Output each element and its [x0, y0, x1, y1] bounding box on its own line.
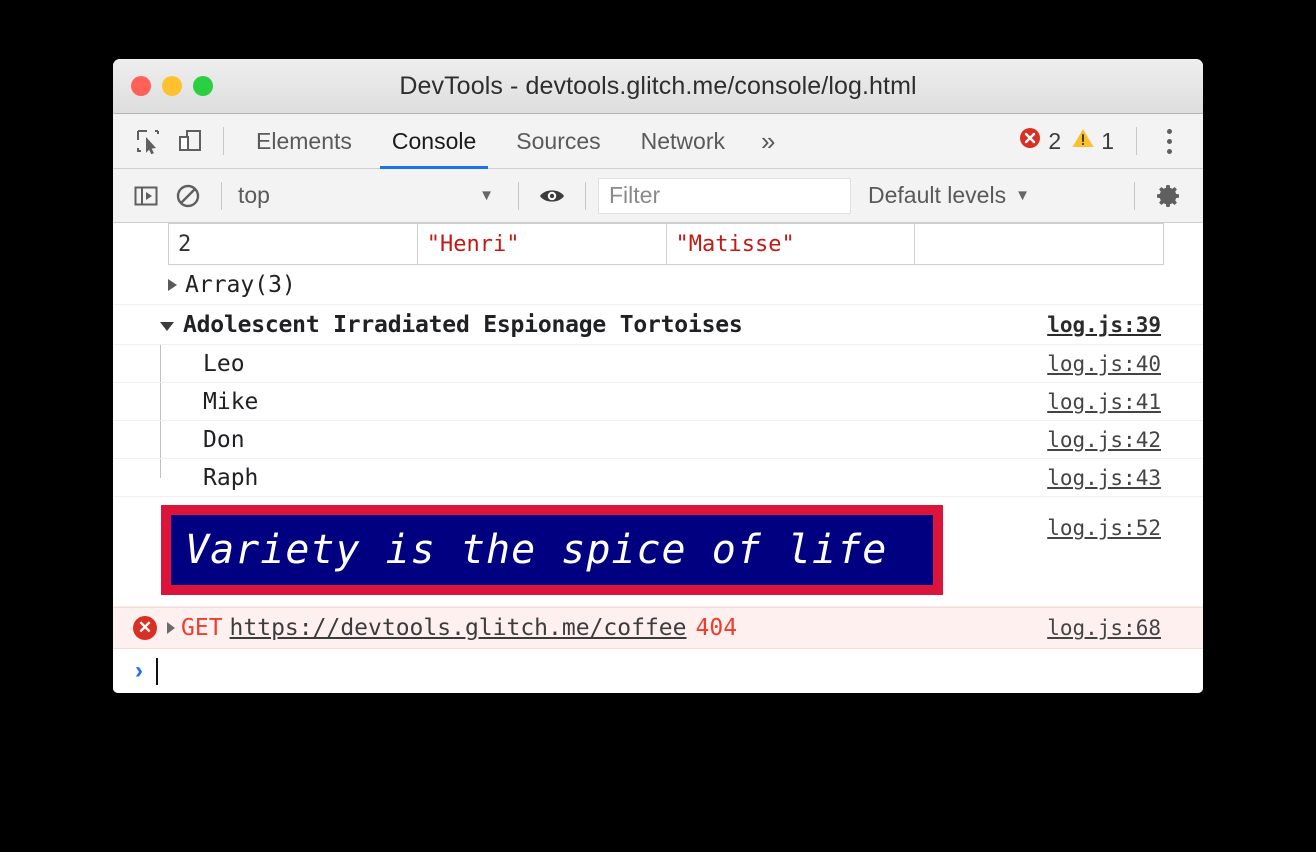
- warning-triangle-icon: [1071, 126, 1095, 156]
- log-levels-select[interactable]: Default levels ▼: [868, 182, 1030, 209]
- window-title: DevTools - devtools.glitch.me/console/lo…: [399, 72, 916, 101]
- console-prompt[interactable]: ›: [113, 649, 1203, 693]
- close-button[interactable]: [131, 76, 151, 96]
- settings-gear-icon[interactable]: [1147, 175, 1189, 217]
- filterbar-divider-1: [221, 182, 222, 210]
- tabbar-right-divider: [1136, 127, 1137, 155]
- prompt-caret-icon: ›: [135, 657, 143, 685]
- warning-count-value: 1: [1101, 128, 1114, 155]
- console-table: 2 "Henri" "Matisse": [168, 223, 1164, 265]
- console-error-message[interactable]: ✕ GET https://devtools.glitch.me/coffee …: [113, 607, 1203, 649]
- error-url-link[interactable]: https://devtools.glitch.me/coffee: [230, 615, 687, 641]
- source-link-group-header[interactable]: log.js:39: [1047, 313, 1161, 337]
- console-filter-toolbar: top ▼ Default levels ▼: [113, 169, 1203, 223]
- styled-message-box: Variety is the spice of life: [161, 505, 943, 595]
- execution-context-select[interactable]: top ▼: [234, 178, 506, 214]
- table-cell-extra: [915, 224, 1164, 265]
- tab-elements[interactable]: Elements: [236, 114, 372, 168]
- devtools-window: DevTools - devtools.glitch.me/console/lo…: [113, 59, 1203, 693]
- minimize-button[interactable]: [162, 76, 182, 96]
- filterbar-divider-2: [518, 182, 519, 210]
- more-tabs-button[interactable]: »: [745, 114, 791, 168]
- source-link-don[interactable]: log.js:42: [1047, 428, 1161, 452]
- text-cursor: [156, 658, 158, 685]
- chevron-down-icon-levels: ▼: [1015, 187, 1030, 204]
- tab-console[interactable]: Console: [372, 114, 496, 168]
- tab-console-label: Console: [392, 128, 476, 155]
- table-cell-last: "Matisse": [666, 224, 915, 265]
- tab-sources-label: Sources: [516, 128, 600, 155]
- console-table-message: 2 "Henri" "Matisse": [113, 223, 1203, 265]
- traffic-lights: [131, 76, 213, 96]
- console-group-item-raph: Raph log.js:43: [113, 459, 1203, 497]
- error-circle-icon: [1018, 126, 1042, 156]
- source-link-mike[interactable]: log.js:41: [1047, 390, 1161, 414]
- kebab-menu-icon[interactable]: [1149, 121, 1189, 161]
- clear-console-icon[interactable]: [167, 175, 209, 217]
- console-group-item-leo: Leo log.js:40: [113, 345, 1203, 383]
- toolbar-divider: [223, 127, 224, 155]
- source-link-leo[interactable]: log.js:40: [1047, 352, 1161, 376]
- source-link-error[interactable]: log.js:68: [1047, 616, 1161, 640]
- expand-triangle-icon[interactable]: [168, 279, 177, 291]
- window-titlebar: DevTools - devtools.glitch.me/console/lo…: [113, 59, 1203, 114]
- table-cell-first: "Henri": [417, 224, 666, 265]
- filterbar-divider-3: [585, 182, 586, 210]
- group-item-label: Raph: [203, 465, 258, 491]
- tabbar-right-controls: 2 1: [1018, 114, 1189, 168]
- filterbar-divider-4: [1134, 182, 1135, 210]
- source-link-styled[interactable]: log.js:52: [1047, 516, 1161, 540]
- error-count-badge[interactable]: 2: [1018, 126, 1061, 156]
- source-link-raph[interactable]: log.js:43: [1047, 466, 1161, 490]
- tab-network-label: Network: [641, 128, 725, 155]
- live-expression-eye-icon[interactable]: [531, 175, 573, 217]
- console-group-header[interactable]: Adolescent Irradiated Espionage Tortoise…: [113, 305, 1203, 345]
- console-sidebar-icon[interactable]: [125, 175, 167, 217]
- collapse-triangle-icon[interactable]: [160, 322, 174, 331]
- console-group-item-don: Don log.js:42: [113, 421, 1203, 459]
- screenshot-stage: DevTools - devtools.glitch.me/console/lo…: [0, 0, 1316, 852]
- group-item-label: Don: [203, 427, 245, 453]
- console-array-message[interactable]: Array(3): [113, 265, 1203, 305]
- array-label: Array(3): [185, 272, 296, 298]
- table-cell-index: 2: [169, 224, 418, 265]
- console-output[interactable]: 2 "Henri" "Matisse" Array(3) Adolescent …: [113, 223, 1203, 693]
- warning-count-badge[interactable]: 1: [1071, 126, 1114, 156]
- error-circle-icon: ✕: [133, 616, 157, 640]
- table-row: 2 "Henri" "Matisse": [169, 224, 1164, 265]
- tab-sources[interactable]: Sources: [496, 114, 620, 168]
- zoom-button[interactable]: [193, 76, 213, 96]
- device-toolbar-icon[interactable]: [169, 120, 211, 162]
- chevron-down-icon: ▼: [479, 187, 494, 204]
- log-levels-label: Default levels: [868, 182, 1006, 209]
- group-item-label: Mike: [203, 389, 258, 415]
- error-method: GET: [181, 615, 223, 641]
- filterbar-right-controls: [1122, 169, 1189, 222]
- devtools-tabbar: Elements Console Sources Network »: [113, 114, 1203, 169]
- tab-network[interactable]: Network: [621, 114, 745, 168]
- execution-context-value: top: [238, 182, 270, 209]
- error-status-code: 404: [696, 615, 738, 641]
- group-header-label: Adolescent Irradiated Espionage Tortoise…: [183, 312, 743, 338]
- console-styled-message: Variety is the spice of life log.js:52: [113, 505, 1203, 607]
- inspect-element-icon[interactable]: [127, 120, 169, 162]
- console-group-item-mike: Mike log.js:41: [113, 383, 1203, 421]
- panel-tabs: Elements Console Sources Network »: [236, 114, 791, 168]
- error-count-value: 2: [1048, 128, 1061, 155]
- expand-triangle-icon-error[interactable]: [167, 622, 175, 634]
- filter-input[interactable]: [598, 178, 851, 214]
- group-item-label: Leo: [203, 351, 245, 377]
- tab-elements-label: Elements: [256, 128, 352, 155]
